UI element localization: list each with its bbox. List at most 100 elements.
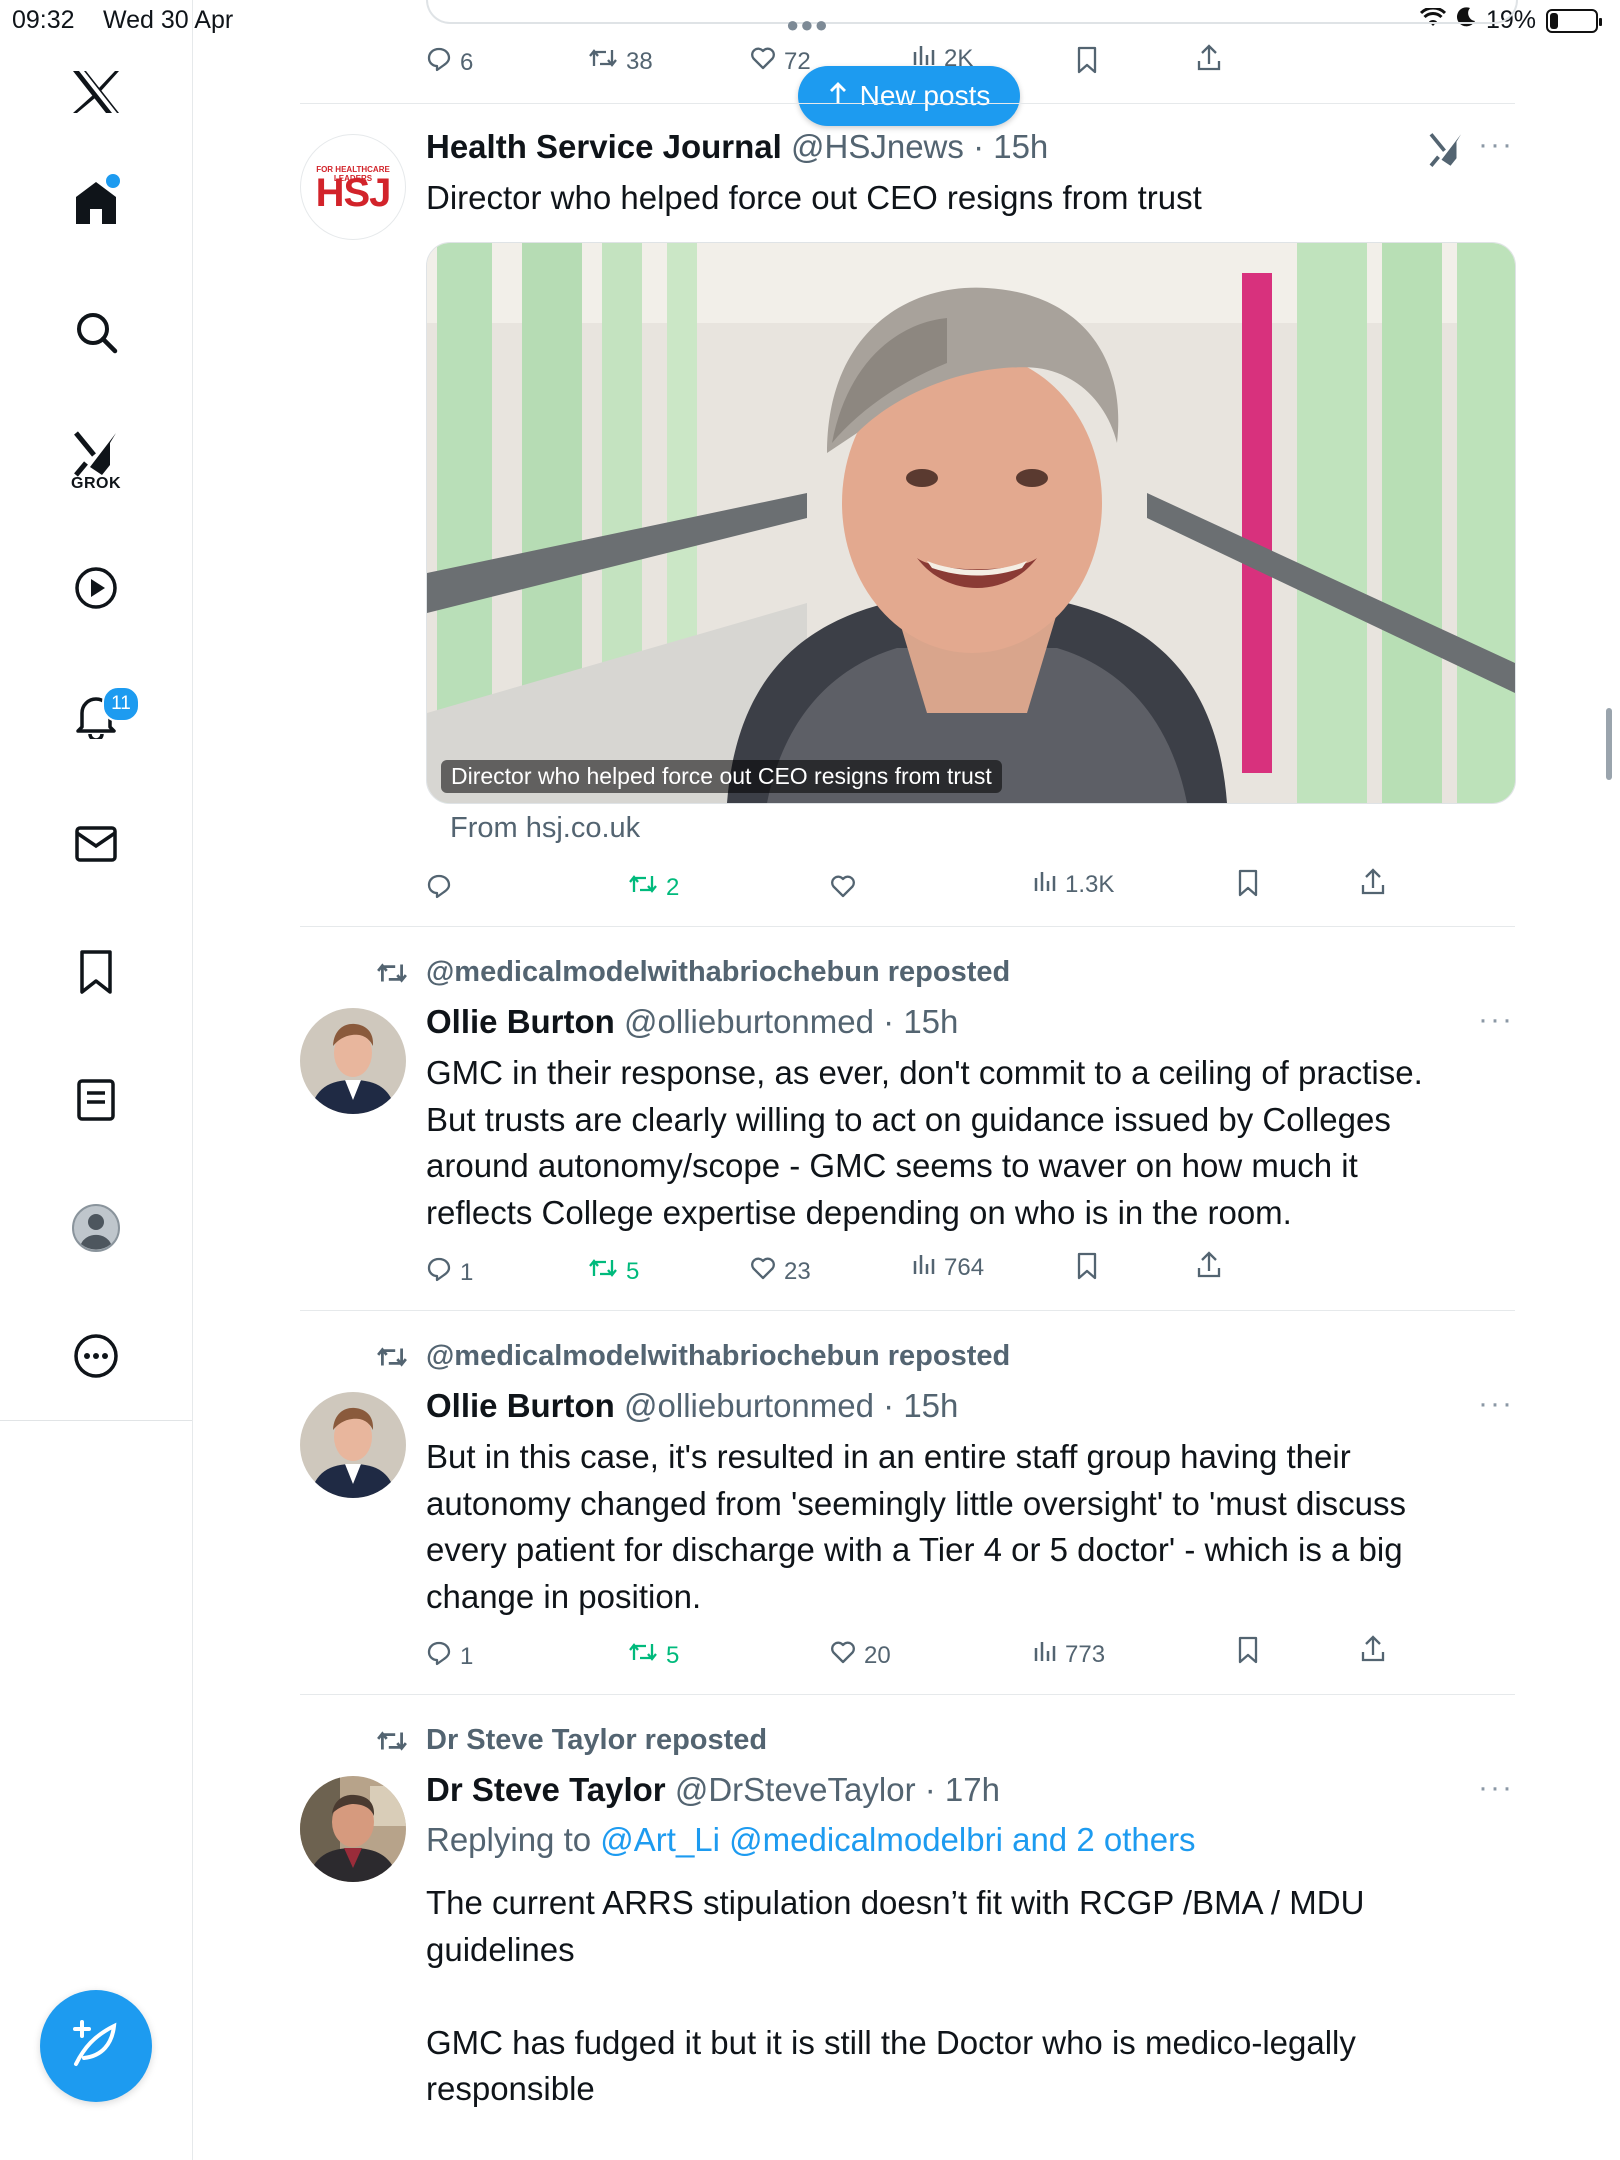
- repost-count: 5: [626, 1257, 640, 1285]
- nav-more[interactable]: [0, 1326, 192, 1386]
- heart-icon[interactable]: [830, 874, 856, 903]
- avatar[interactable]: FOR HEALTHCARE LEADERS HSJ: [300, 134, 406, 240]
- repost-button[interactable]: 38: [588, 46, 653, 77]
- repost-attribution[interactable]: @medicalmodelwithabriochebun reposted: [426, 1340, 1010, 1373]
- post-time[interactable]: · 17h: [925, 1771, 1000, 1808]
- nav-home[interactable]: [0, 172, 192, 232]
- display-name[interactable]: Ollie Burton: [426, 1003, 615, 1040]
- repost-attribution[interactable]: Dr Steve Taylor reposted: [426, 1724, 767, 1757]
- compose-button[interactable]: [40, 1990, 152, 2102]
- like-button[interactable]: 72: [750, 46, 811, 77]
- views-button[interactable]: 764: [912, 1253, 984, 1282]
- link-source[interactable]: From hsj.co.uk: [450, 812, 640, 845]
- post-text: Director who helped force out CEO resign…: [426, 179, 1202, 216]
- views-icon: [1033, 1640, 1057, 1669]
- repost-button[interactable]: 5: [588, 1256, 639, 1287]
- bookmark-post-icon[interactable]: [1236, 869, 1260, 902]
- views-count: 764: [944, 1253, 985, 1281]
- repost-attribution[interactable]: @medicalmodelwithabriochebun reposted: [426, 956, 1010, 989]
- post-time[interactable]: · 15h: [883, 1003, 958, 1040]
- reply-count: 1: [460, 1642, 474, 1670]
- post-time[interactable]: · 15h: [883, 1387, 958, 1424]
- reply-icon[interactable]: [426, 873, 452, 904]
- avatar[interactable]: [300, 1776, 406, 1882]
- compose-feather-icon: [70, 2018, 122, 2075]
- reply-button[interactable]: 1: [426, 1256, 473, 1289]
- post-text-line: reflects College expertise depending on …: [426, 1193, 1292, 1231]
- avatar-logo-text: HSJ: [315, 171, 392, 215]
- repost-button[interactable]: 2: [628, 872, 679, 903]
- post-text-line: autonomy changed from 'seemingly little …: [426, 1484, 1407, 1522]
- more-options-icon[interactable]: ···: [1478, 1771, 1514, 1805]
- bookmark-post-icon[interactable]: [1075, 46, 1099, 79]
- like-count: 23: [784, 1257, 811, 1285]
- handle[interactable]: @ollieburtonmed: [624, 1003, 874, 1040]
- more-circle-icon: [73, 1333, 119, 1379]
- display-name[interactable]: Health Service Journal: [426, 128, 782, 165]
- share-icon[interactable]: [1360, 868, 1386, 901]
- post-text-line: The current ARRS stipulation doesn’t fit…: [426, 1884, 1365, 1921]
- reply-count: 1: [460, 1258, 474, 1286]
- media-caption: Director who helped force out CEO resign…: [441, 760, 1002, 793]
- heart-icon: [750, 1256, 776, 1287]
- reply-icon: [426, 1256, 452, 1289]
- nav-profile[interactable]: [0, 1198, 192, 1258]
- nav-grok[interactable]: GROK: [0, 424, 192, 500]
- x-logo-icon[interactable]: [0, 60, 192, 124]
- post-time[interactable]: · 15h: [973, 128, 1048, 165]
- profile-avatar-icon: [71, 1203, 121, 1253]
- repost-icon: [588, 1256, 618, 1287]
- reply-button[interactable]: 1: [426, 1640, 473, 1673]
- repost-indicator-icon: [376, 1344, 408, 1375]
- avatar[interactable]: [300, 1392, 406, 1498]
- bookmark-post-icon[interactable]: [1236, 1636, 1260, 1669]
- post-header: Dr Steve Taylor @DrSteveTaylor · 17h: [426, 1771, 1000, 1809]
- grok-post-icon[interactable]: [1428, 132, 1464, 173]
- post-media-image[interactable]: Director who helped force out CEO resign…: [426, 242, 1516, 804]
- repost-count: 38: [626, 47, 653, 75]
- display-name[interactable]: Dr Steve Taylor: [426, 1771, 666, 1808]
- more-options-icon[interactable]: ···: [1478, 1003, 1514, 1037]
- more-options-icon[interactable]: ···: [1478, 128, 1514, 162]
- handle[interactable]: @HSJnews: [791, 128, 964, 165]
- views-button[interactable]: 1.3K: [1033, 870, 1114, 899]
- nav-messages[interactable]: [0, 814, 192, 874]
- battery-icon: [1546, 8, 1602, 33]
- new-posts-button[interactable]: New posts: [798, 66, 1020, 126]
- replying-to-users-link[interactable]: @Art_Li @medicalmodelbri and 2 others: [600, 1821, 1195, 1858]
- post-text-line: responsible: [426, 2070, 595, 2107]
- nav-search[interactable]: [0, 302, 192, 362]
- handle[interactable]: @DrSteveTaylor: [675, 1771, 916, 1808]
- nav-notifications[interactable]: 11: [0, 686, 192, 746]
- share-icon[interactable]: [1196, 44, 1222, 77]
- share-icon[interactable]: [1196, 1251, 1222, 1284]
- post-text-line: guidelines: [426, 1930, 575, 1968]
- reply-button[interactable]: 6: [426, 46, 473, 79]
- scrollbar[interactable]: [1606, 708, 1612, 780]
- like-count: 72: [784, 47, 811, 75]
- ollie-avatar-photo: [300, 1392, 406, 1498]
- repost-button[interactable]: 5: [628, 1640, 679, 1671]
- mail-icon: [74, 824, 118, 864]
- share-icon[interactable]: [1360, 1635, 1386, 1668]
- nav-bookmarks[interactable]: [0, 942, 192, 1002]
- ollie-avatar-photo: [300, 1008, 406, 1114]
- more-options-icon[interactable]: ···: [1478, 1387, 1514, 1421]
- nav-video[interactable]: [0, 558, 192, 618]
- nav-lists[interactable]: [0, 1070, 192, 1130]
- post-text-line: every patient for discharge with a Tier …: [426, 1531, 1403, 1568]
- like-button[interactable]: 23: [750, 1256, 811, 1287]
- repost-indicator-icon: [376, 960, 408, 991]
- like-button[interactable]: 20: [830, 1640, 891, 1671]
- replying-prefix: Replying to: [426, 1821, 592, 1858]
- display-name[interactable]: Ollie Burton: [426, 1387, 615, 1424]
- bookmark-post-icon[interactable]: [1075, 1252, 1099, 1285]
- play-icon: [74, 566, 118, 610]
- list-icon: [76, 1078, 116, 1122]
- avatar[interactable]: [300, 1008, 406, 1114]
- post-text-line: GMC has fudged it but it is still the Do…: [426, 2023, 1356, 2061]
- views-button[interactable]: 773: [1033, 1640, 1105, 1669]
- reply-icon: [426, 46, 452, 79]
- repost-icon: [628, 872, 658, 903]
- handle[interactable]: @ollieburtonmed: [624, 1387, 874, 1424]
